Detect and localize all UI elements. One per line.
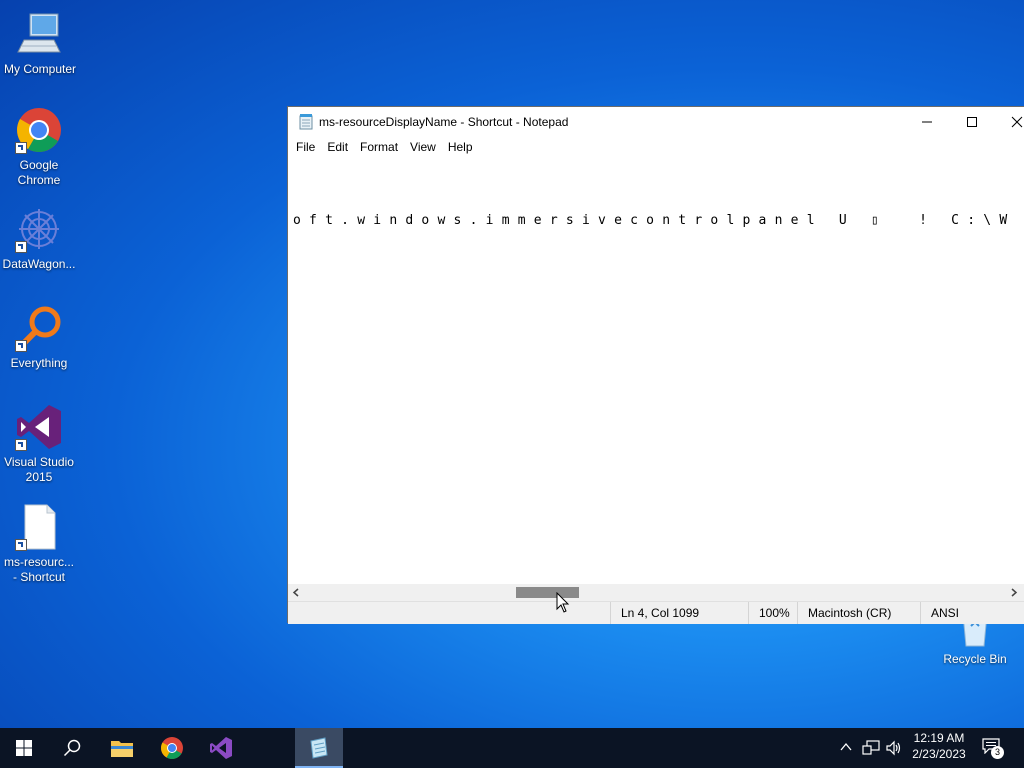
maximize-icon	[966, 117, 977, 127]
desktop-icon-visual-studio[interactable]: Visual Studio 2015	[0, 403, 79, 485]
clock-date: 2/23/2023	[912, 747, 966, 761]
menu-view[interactable]: View	[404, 140, 442, 154]
desktop-icon-label: Recycle Bin	[943, 652, 1007, 666]
notepad-icon	[299, 114, 313, 130]
action-center-button[interactable]: 3	[982, 738, 1006, 760]
text-file-icon	[15, 503, 63, 551]
notification-count-badge: 3	[991, 746, 1004, 759]
desktop-icon-label: Visual Studio 2015	[4, 455, 74, 484]
taskbar-file-explorer[interactable]	[98, 728, 146, 768]
shortcut-arrow-icon	[15, 142, 27, 154]
desktop-icon-google-chrome[interactable]: Google Chrome	[0, 106, 79, 188]
desktop-icon-label: My Computer	[3, 62, 77, 76]
notepad-icon	[310, 737, 328, 759]
chrome-icon	[161, 737, 183, 759]
scroll-right-icon[interactable]	[1010, 588, 1018, 597]
network-icon[interactable]	[862, 740, 880, 756]
status-line-ending: Macintosh (CR)	[797, 602, 918, 624]
chrome-icon	[15, 106, 63, 154]
shortcut-arrow-icon	[15, 241, 27, 253]
start-button[interactable]	[0, 728, 48, 768]
notepad-window[interactable]: ms-resourceDisplayName - Shortcut - Note…	[287, 106, 1024, 624]
taskbar-search-button[interactable]	[48, 728, 96, 768]
taskbar: 12:19 AM 2/23/2023 3	[0, 728, 1024, 768]
desktop-icon-ms-resource-shortcut[interactable]: ms-resourc... - Shortcut	[0, 503, 79, 585]
shortcut-arrow-icon	[15, 539, 27, 551]
taskbar-visual-studio[interactable]	[197, 728, 245, 768]
menu-file[interactable]: File	[290, 140, 321, 154]
taskbar-chrome[interactable]	[148, 728, 196, 768]
clock[interactable]: 12:19 AM 2/23/2023	[910, 731, 968, 761]
maximize-button[interactable]	[949, 107, 994, 137]
desktop-icon-label: DataWagon...	[2, 257, 76, 271]
shortcut-arrow-icon	[15, 340, 27, 352]
minimize-button[interactable]	[904, 107, 949, 137]
horizontal-scrollbar[interactable]	[288, 584, 1024, 601]
window-title: ms-resourceDisplayName - Shortcut - Note…	[319, 115, 569, 129]
windows-logo-icon	[16, 740, 32, 756]
volume-icon[interactable]	[886, 740, 902, 756]
clock-time: 12:19 AM	[913, 731, 965, 745]
menu-format[interactable]: Format	[354, 140, 404, 154]
search-icon	[63, 739, 81, 757]
status-zoom: 100%	[748, 602, 799, 624]
menu-edit[interactable]: Edit	[321, 140, 354, 154]
desktop-icon-label: Everything	[10, 356, 68, 370]
title-bar[interactable]: ms-resourceDisplayName - Shortcut - Note…	[288, 107, 1024, 137]
scroll-left-icon[interactable]	[292, 588, 300, 597]
desktop-icon-label: Google Chrome	[17, 158, 61, 187]
menu-help[interactable]: Help	[442, 140, 479, 154]
visual-studio-icon	[210, 737, 232, 759]
folder-icon	[111, 741, 133, 757]
show-hidden-icons-chevron-up-icon[interactable]	[840, 742, 852, 752]
visual-studio-icon	[15, 403, 63, 451]
status-encoding: ANSI	[920, 602, 991, 624]
menu-bar: File Edit Format View Help	[288, 137, 1024, 157]
datawagon-icon	[15, 205, 63, 253]
status-cursor-position: Ln 4, Col 1099	[610, 602, 739, 624]
mouse-cursor-icon	[556, 592, 570, 613]
close-button[interactable]	[994, 107, 1024, 137]
taskbar-notepad[interactable]	[295, 728, 343, 768]
status-bar: Ln 4, Col 1099 100% Macintosh (CR) ANSI	[288, 601, 1024, 624]
everything-search-icon	[15, 304, 63, 352]
desktop-icon-everything[interactable]: Everything	[0, 304, 79, 371]
desktop-icon-datawagon[interactable]: DataWagon...	[0, 205, 79, 272]
minimize-icon	[921, 121, 932, 123]
shortcut-arrow-icon	[15, 439, 27, 451]
close-icon	[1011, 116, 1022, 128]
text-editor-content[interactable]: o f t . w i n d o w s . i m m e r s i v …	[293, 213, 1007, 228]
desktop-icon-my-computer[interactable]: My Computer	[0, 10, 80, 77]
desktop-icon-label: ms-resourc... - Shortcut	[3, 555, 74, 584]
computer-icon	[16, 10, 64, 58]
